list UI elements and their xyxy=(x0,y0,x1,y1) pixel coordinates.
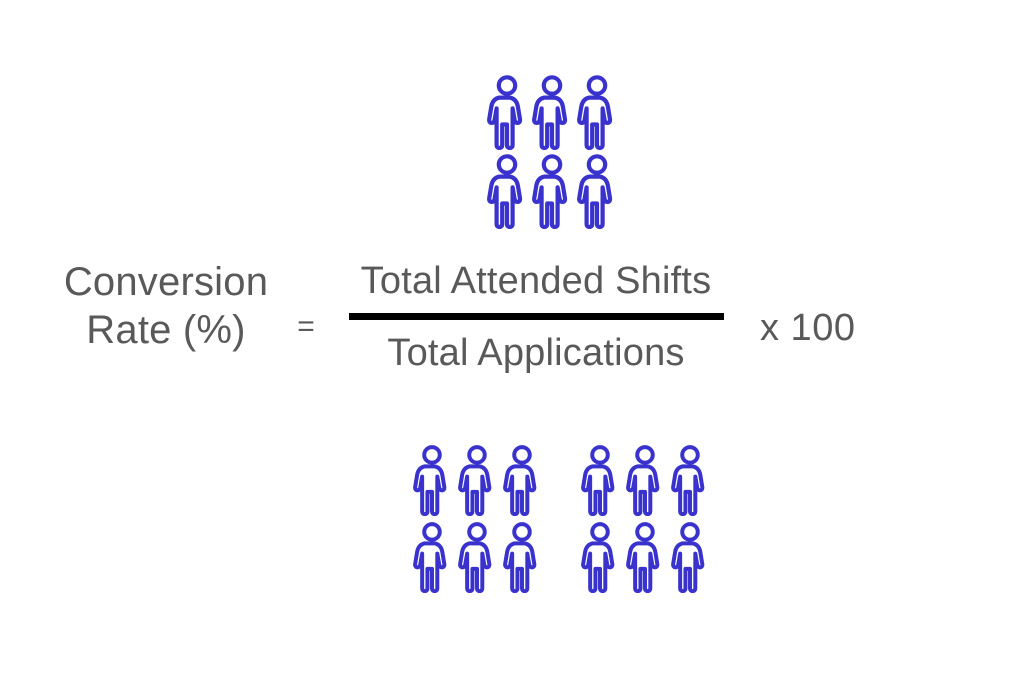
people-row xyxy=(412,521,710,593)
fraction-bar xyxy=(348,313,724,320)
people-cluster xyxy=(412,444,542,516)
person-icon xyxy=(670,444,710,516)
person-icon xyxy=(412,444,452,516)
people-row xyxy=(486,153,618,229)
numerator-people-group xyxy=(486,74,618,229)
equation-label: Conversion Rate (%) xyxy=(40,258,292,354)
equation-label-line-2: Rate (%) xyxy=(86,308,246,352)
person-icon xyxy=(580,521,620,593)
multiplier-text: x 100 xyxy=(760,307,856,349)
people-cluster xyxy=(412,521,542,593)
person-icon xyxy=(670,521,710,593)
person-icon xyxy=(531,153,573,229)
people-row xyxy=(412,444,710,516)
denominator-people-group xyxy=(412,444,710,593)
person-icon xyxy=(625,444,665,516)
fraction-numerator: Total Attended Shifts xyxy=(360,260,712,302)
fraction: Total Attended Shifts Total Applications xyxy=(330,258,742,376)
person-icon xyxy=(486,74,528,150)
conversion-rate-equation: Conversion Rate (%) = Total Attended Shi… xyxy=(0,258,1020,408)
person-icon xyxy=(625,521,665,593)
person-icon xyxy=(576,74,618,150)
person-icon xyxy=(486,153,528,229)
person-icon xyxy=(576,153,618,229)
people-row xyxy=(486,74,618,150)
person-icon xyxy=(502,444,542,516)
formula-canvas: Conversion Rate (%) = Total Attended Shi… xyxy=(0,0,1020,680)
people-cluster xyxy=(580,521,710,593)
equation-label-line-1: Conversion xyxy=(63,260,269,304)
person-icon xyxy=(502,521,542,593)
people-cluster xyxy=(580,444,710,516)
equals-sign: = xyxy=(297,310,315,343)
person-icon xyxy=(412,521,452,593)
person-icon xyxy=(580,444,620,516)
person-icon xyxy=(457,444,497,516)
fraction-denominator: Total Applications xyxy=(387,332,685,374)
person-icon xyxy=(457,521,497,593)
person-icon xyxy=(531,74,573,150)
